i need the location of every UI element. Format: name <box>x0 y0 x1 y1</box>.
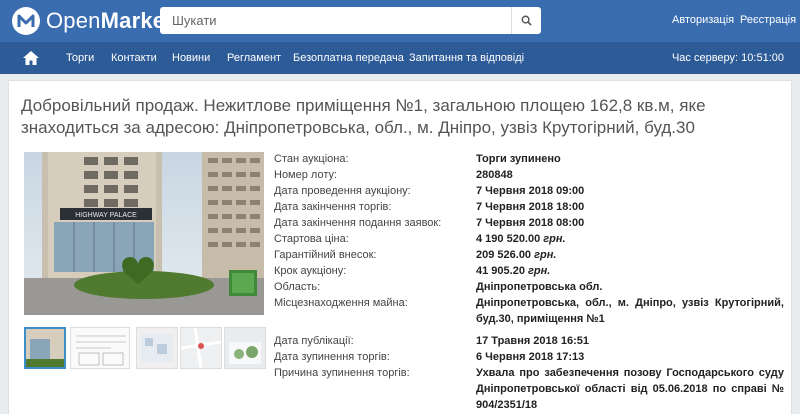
detail-row-applications-deadline: Дата закінчення подання заявок: 7 Червня … <box>274 217 585 229</box>
thumbnail[interactable] <box>70 327 130 369</box>
detail-row-publication-date: Дата публікації: 17 Травня 2018 16:51 <box>274 335 589 347</box>
search-bar <box>160 7 541 34</box>
lot-card: Добровільний продаж. Нежитлове приміщенн… <box>8 80 792 414</box>
photo-sign: HIGHWAY PALACE <box>75 212 137 219</box>
logo-text: OpenMarket <box>46 8 173 33</box>
detail-row-guarantee: Гарантійний внесок: 209 526.00 грн. <box>274 249 557 261</box>
detail-row-auction-date: Дата проведення аукціону: 7 Червня 2018 0… <box>274 185 585 197</box>
nav-item-auctions[interactable]: Торги <box>66 52 94 64</box>
thumbnail[interactable] <box>180 327 222 369</box>
register-link[interactable]: Реєстрація <box>740 14 796 26</box>
thumbnail[interactable] <box>224 327 266 369</box>
site-logo[interactable]: OpenMarket <box>12 6 173 36</box>
main-nav: Торги Контакти Новини Регламент Безоплат… <box>0 42 800 74</box>
lot-main-photo[interactable]: HIGHWAY PALACE <box>24 152 264 315</box>
nav-item-regulations[interactable]: Регламент <box>227 52 281 64</box>
detail-row-region: Область: Дніпропетровська обл. <box>274 281 603 293</box>
openmarket-logo-icon <box>12 7 40 35</box>
detail-row-stop-date: Дата зупинення торгів: 6 Червня 2018 17:1… <box>274 351 585 363</box>
detail-row-status: Стан аукціона: Торги зупинено <box>271 151 786 167</box>
server-time: Час серверу: 10:51:00 <box>671 52 784 64</box>
detail-row-location: Місцезнаходження майна: Дніпропетровська,… <box>274 297 784 325</box>
detail-row-step: Крок аукціону: 41 905.20 грн. <box>274 265 551 277</box>
status-value: Торги зупинено <box>476 153 561 165</box>
lot-details-table: Стан аукціона: Торги зупинено Номер лоту:… <box>271 151 786 413</box>
search-input[interactable] <box>160 7 511 34</box>
login-link[interactable]: Авторизація <box>672 14 734 26</box>
detail-row-end-date: Дата закінчення торгів: 7 Червня 2018 18:… <box>274 201 585 213</box>
nav-item-faq[interactable]: Запитання та відповіді <box>409 52 524 64</box>
thumbnail[interactable] <box>24 327 66 369</box>
thumbnail[interactable] <box>136 327 178 369</box>
nav-item-contacts[interactable]: Контакти <box>111 52 157 64</box>
nav-item-news[interactable]: Новини <box>172 52 210 64</box>
detail-row-start-price: Стартова ціна: 4 190 520.00 грн. <box>274 233 566 245</box>
search-icon <box>521 15 532 26</box>
detail-row-lot-number: Номер лоту: 280848 <box>274 169 513 181</box>
top-header: OpenMarket Авторизація Реєстрація <box>0 0 800 42</box>
detail-row-stop-reason: Причина зупинення торгів: Ухвала про забе… <box>274 367 784 411</box>
home-icon[interactable] <box>22 50 40 66</box>
page-title: Добровільний продаж. Нежитлове приміщенн… <box>21 96 706 137</box>
search-button[interactable] <box>511 7 541 34</box>
nav-item-free-transfer[interactable]: Безоплатна передача <box>293 52 404 64</box>
